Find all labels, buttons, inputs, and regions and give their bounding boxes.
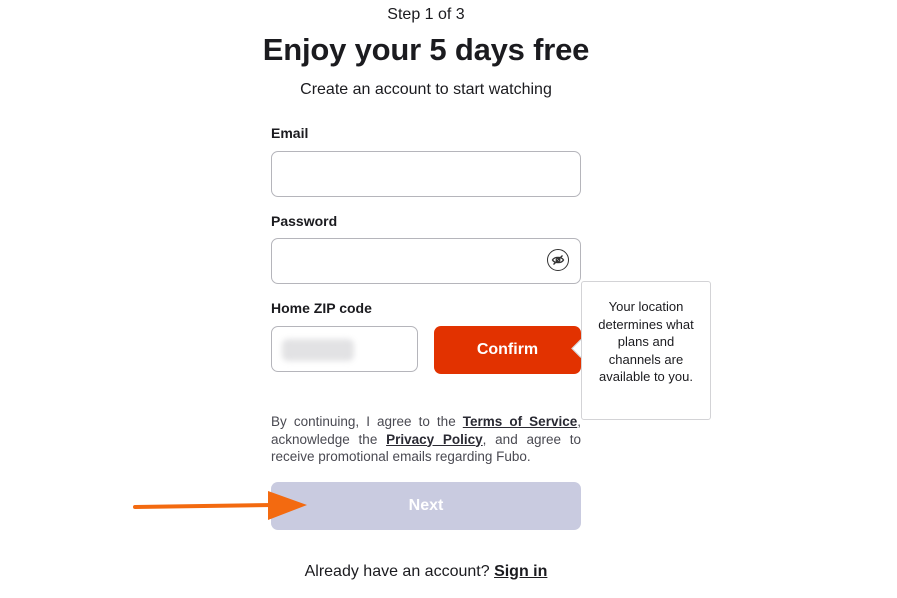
zip-label: Home ZIP code (271, 300, 372, 316)
signin-prompt: Already have an account? Sign in (0, 563, 852, 581)
location-tooltip: Your location determines what plans and … (581, 281, 711, 420)
password-input[interactable] (272, 239, 580, 283)
email-input[interactable] (272, 152, 580, 196)
privacy-policy-link[interactable]: Privacy Policy (386, 432, 483, 447)
email-field[interactable] (271, 151, 581, 197)
legal-text-part1: By continuing, I agree to the (271, 414, 463, 429)
redacted-zip-value (282, 339, 354, 361)
page-subtitle: Create an account to start watching (300, 81, 552, 98)
eye-slash-icon[interactable] (547, 249, 569, 271)
step-indicator: Step 1 of 3 (387, 6, 465, 23)
next-button[interactable]: Next (271, 482, 581, 530)
terms-of-service-link[interactable]: Terms of Service (463, 414, 577, 429)
legal-text: By continuing, I agree to the Terms of S… (271, 413, 581, 466)
password-label: Password (271, 213, 338, 229)
zip-field[interactable] (271, 326, 418, 372)
signin-prompt-text: Already have an account? (304, 563, 495, 580)
page-title: Enjoy your 5 days free (262, 32, 590, 67)
sign-in-link[interactable]: Sign in (494, 563, 547, 580)
email-label: Email (271, 125, 309, 141)
confirm-button[interactable]: Confirm (434, 326, 581, 374)
password-field[interactable] (271, 238, 581, 284)
arrow-right-icon (133, 491, 307, 520)
eye-slash-glyph (551, 255, 565, 265)
